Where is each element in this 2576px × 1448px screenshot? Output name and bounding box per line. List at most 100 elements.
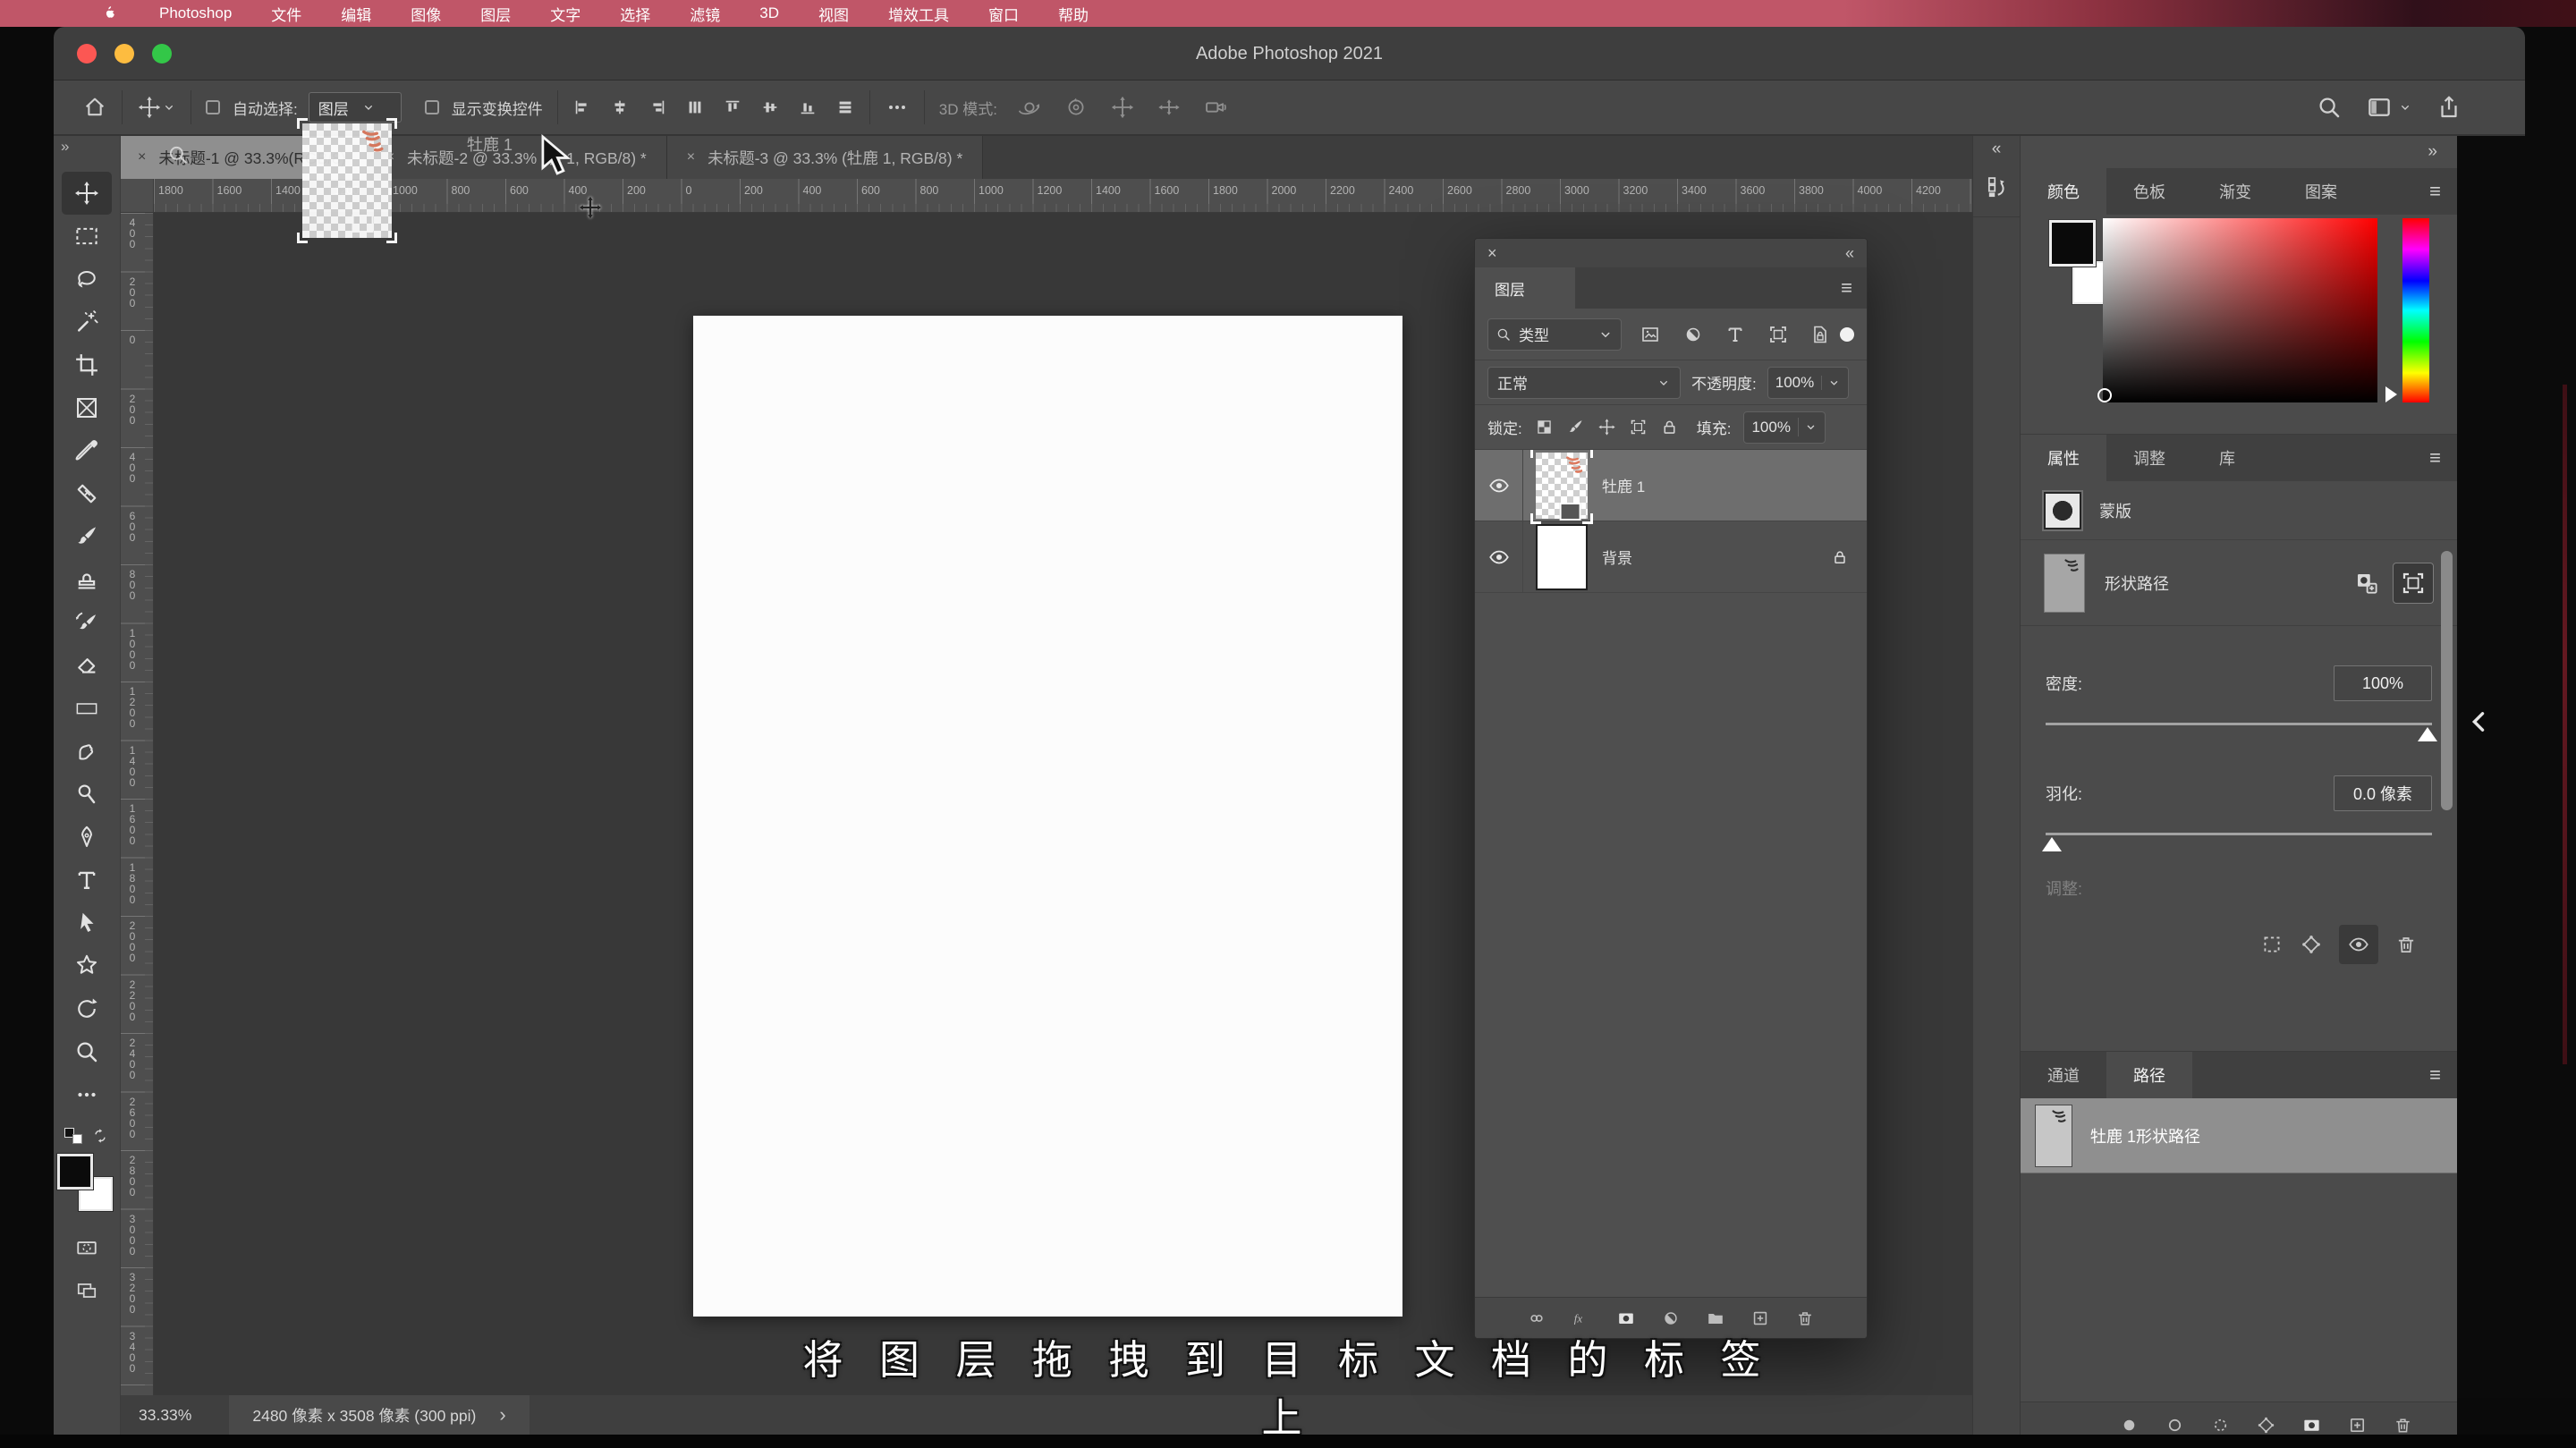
tool-button[interactable] — [62, 859, 112, 902]
panel-tab[interactable]: 渐变 — [2192, 168, 2278, 215]
collapse-dock-icon[interactable]: « — [1973, 136, 2020, 159]
expand-panels-icon[interactable]: » — [2428, 142, 2437, 162]
align-icon[interactable] — [723, 97, 742, 117]
dragged-layer-ghost[interactable] — [297, 118, 397, 243]
layer-filter-icon[interactable] — [1767, 324, 1789, 345]
tool-button[interactable] — [62, 258, 112, 301]
close-panel-icon[interactable]: × — [1487, 244, 1497, 263]
3d-mode-icon[interactable] — [1063, 95, 1089, 120]
history-panel-icon[interactable] — [1984, 174, 2009, 200]
menu-item[interactable]: 编辑 — [341, 3, 371, 25]
foreground-color-swatch[interactable] — [57, 1154, 93, 1190]
lock-option-icon[interactable] — [1629, 418, 1648, 436]
move-tool-icon[interactable] — [137, 95, 162, 120]
workspace-icon[interactable] — [2366, 94, 2393, 121]
tab-layers[interactable]: 图层 — [1475, 267, 1575, 309]
screen-mode-icon[interactable] — [73, 1279, 100, 1302]
align-icon[interactable] — [610, 97, 630, 117]
panel-tab[interactable]: 通道 — [2021, 1052, 2106, 1098]
layer-visibility-toggle[interactable] — [1475, 450, 1523, 521]
density-slider[interactable] — [2046, 723, 2437, 741]
menu-item[interactable]: 视图 — [818, 3, 849, 25]
layer-row[interactable]: 牡鹿 1 — [1475, 450, 1867, 524]
tool-button[interactable] — [62, 386, 112, 429]
tool-button[interactable] — [62, 944, 112, 987]
3d-mode-icon[interactable] — [1110, 95, 1135, 120]
layers-footer-icon[interactable] — [1572, 1308, 1591, 1328]
more-options-icon[interactable] — [885, 95, 910, 120]
menu-item[interactable]: 3D — [759, 4, 779, 22]
layer-name[interactable]: 牡鹿 1 — [1602, 474, 1645, 496]
tool-button[interactable] — [62, 215, 112, 258]
layer-filter-icon[interactable] — [1724, 324, 1746, 345]
collapse-panel-icon[interactable]: « — [1845, 244, 1854, 263]
panel-menu-icon[interactable]: ≡ — [2429, 1052, 2457, 1098]
layers-footer-icon[interactable] — [1616, 1308, 1636, 1328]
align-icon[interactable] — [760, 97, 780, 117]
tool-button[interactable] — [62, 1030, 112, 1073]
paths-footer-icon[interactable] — [2393, 1415, 2413, 1435]
panel-menu-icon[interactable]: ≡ — [2429, 168, 2457, 215]
saturation-brightness-field[interactable] — [2103, 218, 2377, 402]
filter-toggle-pin[interactable] — [1840, 326, 1854, 342]
3d-mode-icon[interactable] — [1157, 95, 1182, 120]
horizontal-ruler[interactable]: 1800160014001200100080060040020002004006… — [154, 179, 1972, 213]
path-thumbnail[interactable] — [2035, 1104, 2072, 1167]
tool-button[interactable] — [62, 730, 112, 773]
apple-logo-icon[interactable] — [100, 4, 118, 23]
tool-button[interactable] — [62, 172, 112, 215]
panel-menu-icon[interactable]: ≡ — [1841, 267, 1867, 309]
menu-item[interactable]: 增效工具 — [888, 3, 949, 25]
lock-option-icon[interactable] — [1660, 418, 1679, 436]
chevron-down-icon[interactable] — [162, 100, 176, 114]
add-mask-icon[interactable] — [2353, 570, 2380, 597]
panel-tab[interactable]: 颜色 — [2021, 168, 2106, 215]
menu-item[interactable]: 图像 — [411, 3, 441, 25]
layers-footer-icon[interactable] — [1706, 1308, 1725, 1328]
paths-footer-icon[interactable] — [2256, 1415, 2276, 1435]
quick-mask-icon[interactable] — [73, 1236, 100, 1259]
menu-item[interactable]: 文字 — [550, 3, 580, 25]
tool-button[interactable] — [62, 429, 112, 472]
tool-button[interactable] — [62, 301, 112, 343]
properties-footer-button[interactable] — [2300, 933, 2323, 956]
tool-button[interactable] — [62, 515, 112, 558]
align-icon[interactable] — [798, 97, 818, 117]
layer-filter-dropdown[interactable]: 类型 — [1487, 318, 1622, 351]
panel-tab[interactable]: 色板 — [2106, 168, 2192, 215]
document-info[interactable]: 2480 像素 x 3508 像素 (300 ppi) › — [229, 1395, 530, 1435]
3d-mode-icon[interactable] — [1017, 95, 1042, 120]
lock-option-icon[interactable] — [1597, 418, 1616, 436]
lock-option-icon[interactable] — [1566, 418, 1585, 436]
panel-tab[interactable]: 图案 — [2278, 168, 2364, 215]
tool-button[interactable] — [62, 687, 112, 730]
menu-item[interactable]: 文件 — [271, 3, 301, 25]
foreground-color-swatch[interactable] — [2049, 220, 2096, 267]
panel-scrollbar[interactable] — [2441, 551, 2453, 810]
ruler-origin-corner[interactable] — [121, 179, 154, 213]
menu-item[interactable]: 窗口 — [988, 3, 1019, 25]
document-tab[interactable]: × 未标题-2 @ 33.3% (鹿 1, RGB/8) * — [366, 136, 667, 179]
layers-footer-icon[interactable] — [1750, 1308, 1770, 1328]
layer-name[interactable]: 背景 — [1602, 546, 1632, 568]
mask-thumbnail[interactable] — [2044, 491, 2081, 529]
chevron-down-icon[interactable] — [2398, 100, 2412, 114]
vertical-ruler[interactable]: 400 200 0 200 400 600 800 1000 1200 1400 1600 1800 2… — [121, 213, 154, 1395]
blend-mode-dropdown[interactable]: 正常 — [1487, 366, 1681, 399]
tool-button[interactable] — [62, 816, 112, 859]
layer-row[interactable]: 背景 — [1475, 521, 1867, 593]
document-tab[interactable]: × 未标题-3 @ 33.3% (牡鹿 1, RGB/8) * — [666, 136, 984, 179]
paths-footer-icon[interactable] — [2347, 1415, 2368, 1435]
share-icon[interactable] — [2436, 94, 2462, 121]
feather-slider[interactable] — [2042, 833, 2432, 851]
shape-path-thumbnail[interactable] — [2044, 553, 2085, 613]
layers-footer-icon[interactable] — [1527, 1308, 1546, 1328]
layers-footer-icon[interactable] — [1795, 1308, 1815, 1328]
align-icon[interactable] — [835, 97, 855, 117]
chevron-right-icon[interactable]: › — [499, 1403, 505, 1427]
layers-footer-icon[interactable] — [1661, 1308, 1681, 1328]
menu-item[interactable]: 帮助 — [1058, 3, 1089, 25]
panel-tab[interactable]: 库 — [2192, 435, 2262, 481]
menu-item[interactable]: 图层 — [480, 3, 511, 25]
color-picker-marker[interactable] — [2097, 388, 2112, 402]
